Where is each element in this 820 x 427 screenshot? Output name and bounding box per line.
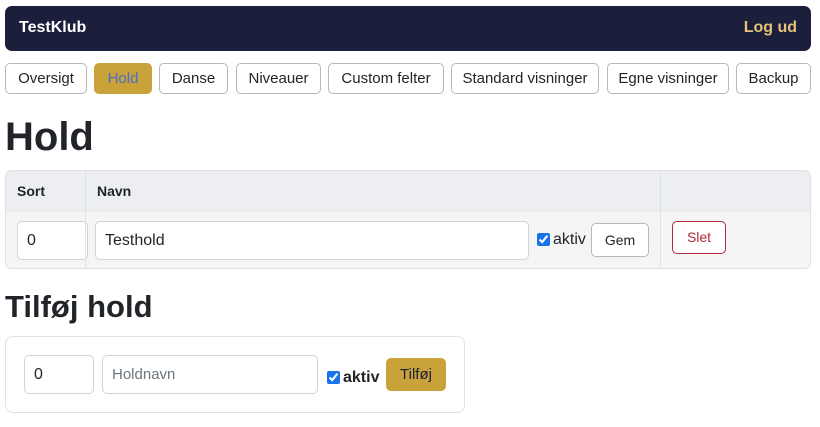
nav-niveauer-button[interactable]: Niveauer — [236, 63, 321, 94]
nav-standard-visninger-button[interactable]: Standard visninger — [451, 63, 599, 94]
delete-button[interactable]: Slet — [672, 221, 726, 254]
column-divider — [85, 171, 86, 268]
row-active-label: aktiv — [553, 231, 586, 248]
new-active-label: aktiv — [343, 369, 380, 386]
brand-name[interactable]: TestKlub — [19, 19, 86, 37]
add-section-title: Tilføj hold — [5, 289, 153, 324]
nav-danse-button[interactable]: Danse — [159, 63, 228, 94]
new-name-input[interactable] — [102, 355, 318, 394]
nav-backup-button[interactable]: Backup — [736, 63, 811, 94]
table-header: Sort Navn — [6, 171, 810, 213]
row-name-input[interactable] — [95, 221, 529, 260]
new-sort-input[interactable] — [24, 355, 94, 394]
new-active-checkbox[interactable] — [327, 371, 340, 384]
add-team-form: aktiv Tilføj — [5, 336, 465, 413]
add-team-button[interactable]: Tilføj — [386, 358, 446, 391]
column-header-navn: Navn — [97, 183, 132, 199]
nav-oversigt-button[interactable]: Oversigt — [5, 63, 87, 94]
nav-custom-felter-button[interactable]: Custom felter — [328, 63, 444, 94]
table-row: aktiv Gem Slet — [6, 212, 810, 268]
page-title: Hold — [5, 115, 94, 159]
column-header-sort: Sort — [17, 183, 45, 199]
row-active-checkbox[interactable] — [537, 233, 550, 246]
column-divider — [660, 171, 661, 268]
top-navbar: TestKlub Log ud — [5, 6, 811, 51]
save-button[interactable]: Gem — [591, 223, 649, 257]
teams-table: Sort Navn aktiv Gem Slet — [5, 170, 811, 269]
nav-egne-visninger-button[interactable]: Egne visninger — [607, 63, 729, 94]
row-sort-input[interactable] — [17, 221, 88, 260]
nav-hold-button[interactable]: Hold — [94, 63, 152, 94]
logout-link[interactable]: Log ud — [744, 19, 797, 37]
